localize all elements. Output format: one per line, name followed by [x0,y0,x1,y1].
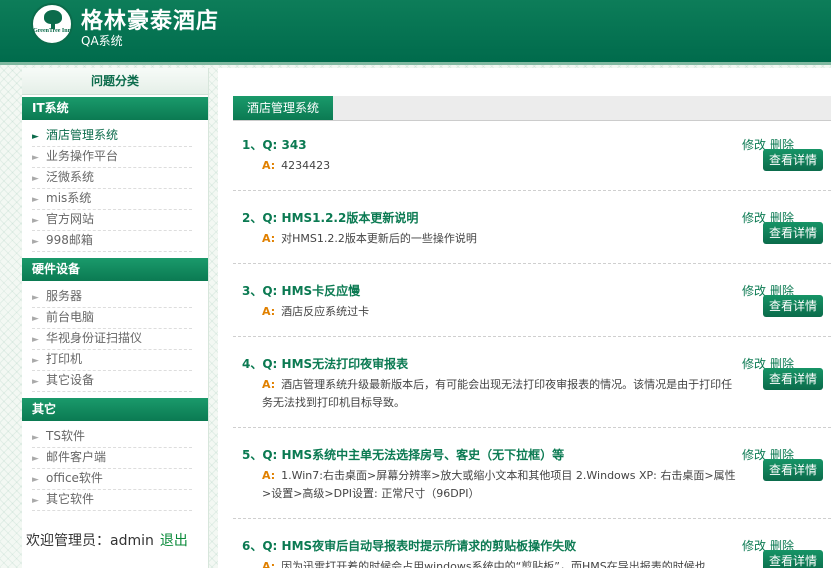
greentree-logo: GreenTree Inn [31,3,73,45]
sidebar-item-ts-software[interactable]: ► TS软件 [32,427,192,448]
view-detail-button[interactable]: 查看详情 [763,149,823,171]
sidebar-item-hotel-management[interactable]: ► 酒店管理系统 [32,126,192,147]
sidebar-item-mail-client[interactable]: ► 邮件客户端 [32,448,192,469]
triangle-bullet-icon: ► [32,153,39,163]
answer-text: A: 酒店反应系统过卡 [262,305,370,318]
triangle-bullet-icon: ► [32,314,39,324]
sidebar-item-other-software[interactable]: ► 其它软件 [32,490,192,511]
answer-text: A: 酒店管理系统升级最新版本后，有可能会出现无法打印夜审报表的情况。该情况是由于… [262,378,733,409]
sidebar-item-business-platform[interactable]: ► 业务操作平台 [32,147,192,168]
view-detail-button[interactable]: 查看详情 [763,550,823,568]
qa-item: 3、Q: HMS卡反应慢 修改 删除 查看详情 A: 酒店反应系统过卡 [233,282,831,337]
qa-item: 2、Q: HMS1.2.2版本更新说明 修改 删除 查看详情 A: 对HMS1.2.… [233,209,831,264]
sidebar: 问题分类 IT系统 ► 酒店管理系统 ► 业务操作平台 ► 泛微系统 ► mis系统 ►… [22,68,209,568]
category-list: ► TS软件 ► 邮件客户端 ► office软件 ► 其它软件 [22,421,208,515]
view-detail-button[interactable]: 查看详情 [763,368,823,390]
answer-text: A: 对HMS1.2.2版本更新后的一些操作说明 [262,232,477,245]
tab-bar: 酒店管理系统 [233,96,831,121]
question-title[interactable]: 1、Q: 343 [242,136,307,153]
qa-item: 1、Q: 343 修改 删除 查看详情 A: 4234423 [233,136,831,191]
app-title: 格林豪泰酒店 [81,9,220,34]
question-title[interactable]: 6、Q: HMS夜审后自动导报表时提示所请求的剪贴板操作失败 [242,537,576,554]
triangle-bullet-icon: ► [32,195,39,205]
question-title[interactable]: 3、Q: HMS卡反应慢 [242,282,360,299]
triangle-bullet-icon: ► [32,496,39,506]
category-list: ► 酒店管理系统 ► 业务操作平台 ► 泛微系统 ► mis系统 ► 官方网站 ► 998邮… [22,120,208,256]
category-other[interactable]: 其它 [22,398,208,421]
triangle-bullet-icon: ► [32,454,39,464]
triangle-bullet-icon: ► [32,433,39,443]
triangle-bullet-icon: ► [32,132,39,142]
sidebar-item-id-scanner[interactable]: ► 华视身份证扫描仪 [32,329,192,350]
sidebar-heading: 问题分类 [22,68,208,95]
header: GreenTree Inn 格林豪泰酒店 QA系统 [0,0,831,65]
triangle-bullet-icon: ► [32,237,39,247]
welcome-text: 欢迎管理员：admin 退出 [26,533,188,549]
answer-text: A: 1.Win7:右击桌面>屏幕分辨率>放大或缩小文本和其他项目 2.Windo… [262,469,736,500]
sidebar-item-printer[interactable]: ► 打印机 [32,350,192,371]
sidebar-item-official-site[interactable]: ► 官方网站 [32,210,192,231]
tree-icon [44,10,62,24]
view-detail-button[interactable]: 查看详情 [763,459,823,481]
sidebar-item-other-devices[interactable]: ► 其它设备 [32,371,192,392]
sidebar-item-office[interactable]: ► office软件 [32,469,192,490]
sidebar-item-front-desk-pc[interactable]: ► 前台电脑 [32,308,192,329]
triangle-bullet-icon: ► [32,356,39,366]
triangle-bullet-icon: ► [32,293,39,303]
question-title[interactable]: 2、Q: HMS1.2.2版本更新说明 [242,209,418,226]
sidebar-item-998-mail[interactable]: ► 998邮箱 [32,231,192,252]
answer-text: A: 4234423 [262,159,331,172]
view-detail-button[interactable]: 查看详情 [763,222,823,244]
logo-text: GreenTree Inn [33,28,71,34]
triangle-bullet-icon: ► [32,475,39,485]
app-subtitle: QA系统 [81,34,123,48]
qa-item: 5、Q: HMS系统中主单无法选择房号、客史（无下拉框）等 修改 删除 查看详情 … [233,446,831,519]
logout-link[interactable]: 退出 [160,533,188,549]
view-detail-button[interactable]: 查看详情 [763,295,823,317]
question-title[interactable]: 4、Q: HMS无法打印夜审报表 [242,355,408,372]
qa-item: 4、Q: HMS无法打印夜审报表 修改 删除 查看详情 A: 酒店管理系统升级最新版… [233,355,831,428]
category-it-systems[interactable]: IT系统 [22,97,208,120]
sidebar-item-weaver[interactable]: ► 泛微系统 [32,168,192,189]
sidebar-item-mis[interactable]: ► mis系统 [32,189,192,210]
triangle-bullet-icon: ► [32,377,39,387]
triangle-bullet-icon: ► [32,335,39,345]
question-title[interactable]: 5、Q: HMS系统中主单无法选择房号、客史（无下拉框）等 [242,446,564,463]
triangle-bullet-icon: ► [32,174,39,184]
answer-text: A: 因为迅雷打开着的时候会占用windows系统中的“剪贴板”，而HMS在导出报… [262,560,706,568]
qa-item: 6、Q: HMS夜审后自动导报表时提示所请求的剪贴板操作失败 修改 删除 查看详情… [233,537,831,568]
triangle-bullet-icon: ► [32,216,39,226]
sidebar-item-server[interactable]: ► 服务器 [32,287,192,308]
tab-hotel-management[interactable]: 酒店管理系统 [233,96,333,120]
category-hardware[interactable]: 硬件设备 [22,258,208,281]
category-list: ► 服务器 ► 前台电脑 ► 华视身份证扫描仪 ► 打印机 ► 其它设备 [22,281,208,396]
main-content: 酒店管理系统 1、Q: 343 修改 删除 查看详情 A: 4234423 2、Q:… [218,68,831,568]
